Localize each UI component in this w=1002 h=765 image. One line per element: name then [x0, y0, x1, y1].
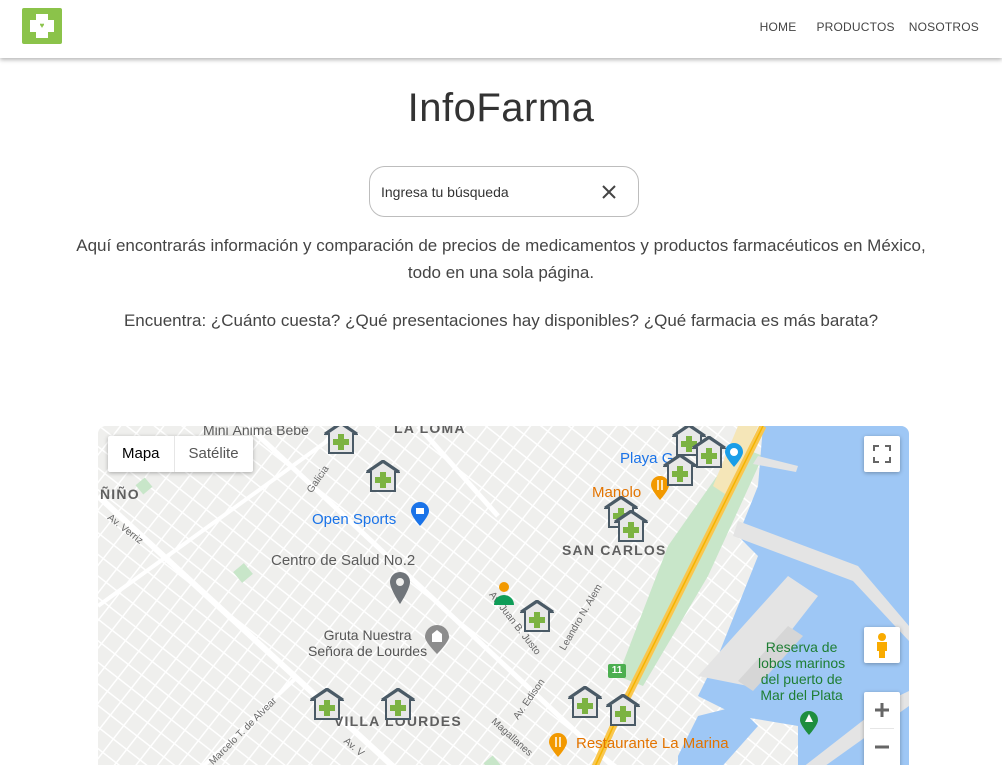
map-label-la-loma: LA LOMA [394, 426, 466, 436]
church-pin-icon[interactable] [424, 625, 450, 655]
route-11-shield: 11 [611, 665, 623, 676]
description-line-2: todo en una sola página. [407, 263, 595, 282]
map-label-restaurante[interactable]: Restaurante La Marina [576, 735, 729, 752]
pharmacy-marker[interactable] [663, 454, 697, 486]
map-type-satelite-button[interactable]: Satélite [175, 436, 253, 472]
street-view-pegman-button[interactable] [864, 627, 900, 663]
restaurant-marina-pin-icon[interactable] [547, 732, 569, 758]
fullscreen-icon [873, 445, 891, 463]
description-line-1: Aquí encontrarás información y comparaci… [76, 236, 926, 255]
navbar: ♥ HOME PRODUCTOS NOSOTROS [0, 0, 1002, 58]
pharmacy-marker[interactable] [568, 686, 602, 718]
map-label-centro-salud[interactable]: Centro de Salud No.2 [271, 552, 415, 569]
zoom-control [864, 692, 900, 765]
minus-icon [875, 745, 889, 749]
map-label-reserva-line-3: del puerto de [760, 671, 843, 687]
pharmacy-marker[interactable] [606, 694, 640, 726]
search-input[interactable] [381, 181, 591, 203]
park-pin-icon[interactable] [798, 710, 820, 736]
site-description: Aquí encontrarás información y comparaci… [40, 232, 962, 286]
pharmacy-map[interactable]: Mini Ánima Bebé LA LOMA Playa G ÑIÑO Gal… [98, 426, 909, 765]
page-title: InfoFarma [407, 86, 595, 130]
map-label-reserva-line-2: lobos marinos [758, 655, 846, 671]
heart-icon: ♥ [39, 21, 45, 30]
user-location-icon[interactable] [493, 581, 515, 607]
pegman-icon [877, 633, 887, 658]
camera-pin-icon[interactable] [723, 442, 745, 468]
map-label-nino: ÑIÑO [100, 486, 140, 502]
map-type-mapa-button[interactable]: Mapa [108, 436, 175, 472]
pharmacy-marker[interactable] [310, 688, 344, 720]
zoom-out-button[interactable] [864, 729, 900, 765]
pharmacy-marker[interactable] [324, 426, 358, 454]
clear-search-button[interactable] [599, 182, 619, 202]
map-type-control: Mapa Satélite [108, 436, 253, 472]
map-label-gruta-line-1: Gruta Nuestra [323, 627, 412, 643]
plus-icon [875, 703, 889, 717]
map-label-reserva-line-1: Reserva de [765, 639, 838, 655]
pharmacy-marker[interactable] [692, 436, 726, 468]
nav-links: HOME PRODUCTOS NOSOTROS [760, 20, 979, 34]
pharmacy-marker[interactable] [520, 600, 554, 632]
map-label-reserva-line-4: Mar del Plata [760, 687, 843, 703]
nav-productos-link[interactable]: PRODUCTOS [816, 20, 894, 34]
infofarma-logo[interactable]: ♥ [22, 8, 62, 44]
zoom-in-button[interactable] [864, 692, 900, 728]
pharmacy-marker[interactable] [366, 460, 400, 492]
health-center-pin-icon[interactable] [389, 571, 411, 605]
pharmacy-marker[interactable] [381, 688, 415, 720]
map-label-open-sports[interactable]: Open Sports [312, 511, 396, 528]
map-label-gruta-line-2: Señora de Lourdes [308, 643, 428, 659]
site-tagline: Encuentra: ¿Cuánto cuesta? ¿Qué presenta… [123, 311, 879, 330]
nav-nosotros-link[interactable]: NOSOTROS [909, 20, 979, 34]
map-label-san-carlos: SAN CARLOS [562, 542, 667, 558]
close-icon [602, 185, 616, 199]
fullscreen-button[interactable] [864, 436, 900, 472]
shop-pin-icon[interactable] [409, 501, 431, 527]
nav-home-link[interactable]: HOME [760, 20, 797, 34]
map-label-gruta[interactable]: Gruta Nuestra Señora de Lourdes [308, 627, 427, 659]
pharmacy-marker[interactable] [614, 510, 648, 542]
map-label-reserva[interactable]: Reserva de lobos marinos del puerto de M… [758, 639, 845, 703]
search-box [369, 166, 639, 217]
